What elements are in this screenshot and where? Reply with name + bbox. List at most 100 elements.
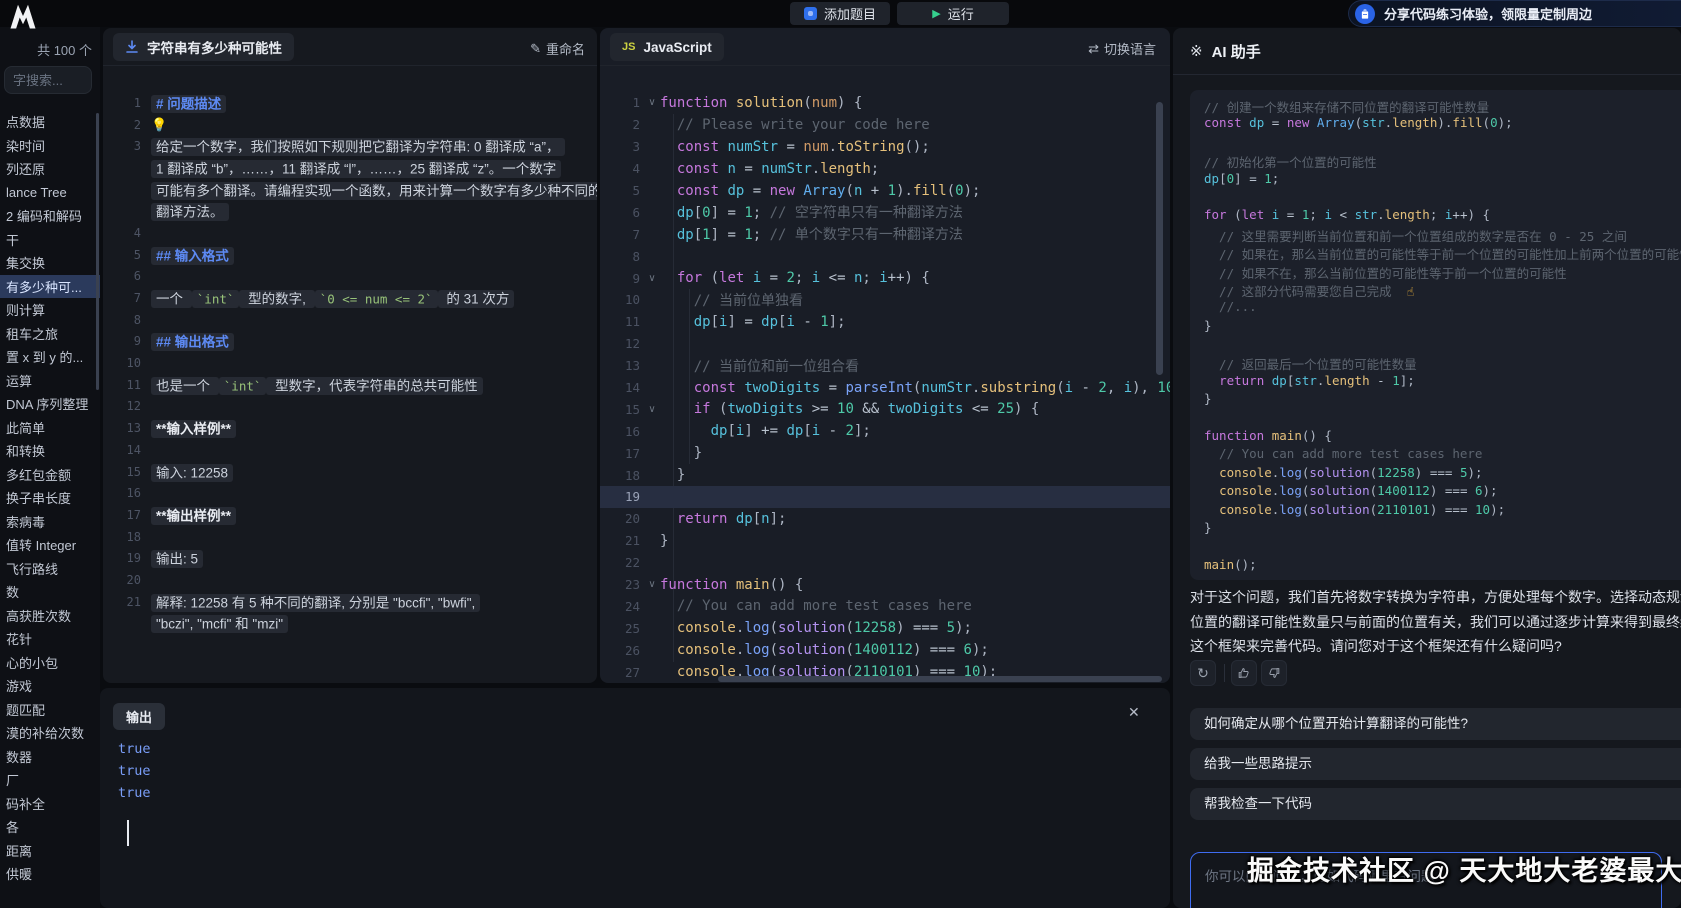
sidebar-item[interactable]: 游戏 <box>0 674 100 698</box>
thumbs-up-button[interactable] <box>1231 660 1257 686</box>
description-row: 8 <box>103 309 597 331</box>
sidebar-item[interactable]: 供暖 <box>0 862 100 886</box>
code-line[interactable]: 19 <box>600 486 1170 508</box>
sidebar-item[interactable]: 心的小包 <box>0 651 100 675</box>
switch-language-button[interactable]: ⇄ 切换语言 <box>1088 39 1156 58</box>
code-line[interactable]: 17 } <box>600 442 1170 464</box>
ai-code-line <box>1204 189 1681 207</box>
description-row: 16 <box>103 482 597 504</box>
output-console[interactable]: truetruetrue <box>118 738 151 804</box>
code-line[interactable]: 10 // 当前位单独看 <box>600 289 1170 311</box>
sidebar-item[interactable]: 则计算 <box>0 298 100 322</box>
suggestion-pill[interactable]: 给我一些思路提示 <box>1190 748 1681 780</box>
thumbs-up-icon <box>1237 666 1251 680</box>
code-line[interactable]: 11 dp[i] = dp[i - 1]; <box>600 311 1170 333</box>
sidebar-item[interactable]: 高获胜次数 <box>0 604 100 628</box>
code-line[interactable]: 9∨ for (let i = 2; i <= n; i++) { <box>600 267 1170 289</box>
code-line[interactable]: 2 // Please write your code here <box>600 114 1170 136</box>
sidebar-item[interactable]: 距离 <box>0 839 100 863</box>
regenerate-button[interactable]: ↻ <box>1190 660 1216 686</box>
output-tab[interactable]: 输出 <box>113 703 165 730</box>
editor-vertical-scrollbar[interactable] <box>1156 102 1163 375</box>
editor-code[interactable]: 1∨function solution(num) {2 // Please wr… <box>600 92 1170 683</box>
ai-code-line: console.log(solution(1400112) === 6); <box>1204 483 1681 501</box>
code-line[interactable]: 14 const twoDigits = parseInt(numStr.sub… <box>600 377 1170 399</box>
ai-header: ※ AI 助手 <box>1173 28 1681 75</box>
code-line[interactable]: 23∨function main() { <box>600 574 1170 596</box>
code-line[interactable]: 26 console.log(solution(1400112) === 6); <box>600 639 1170 661</box>
suggestion-pill[interactable]: 帮我检查一下代码 <box>1190 788 1681 820</box>
sidebar-item[interactable]: 漠的补给次数 <box>0 721 100 745</box>
description-row: 11也是一个 `int` 型数字，代表字符串的总共可能性 <box>103 374 597 396</box>
code-line[interactable]: 20 return dp[n]; <box>600 508 1170 530</box>
share-banner[interactable]: 分享代码练习体验，领限量定制周边 <box>1348 0 1681 27</box>
code-line[interactable]: 15∨ if (twoDigits >= 10 && twoDigits <= … <box>600 398 1170 420</box>
code-line[interactable]: 22 <box>600 552 1170 574</box>
description-row: 可能有多个翻译。请编程实现一个函数，用来计算一个数字有多少种不同的 <box>103 179 597 201</box>
ai-code-line <box>1204 134 1681 152</box>
sidebar-item[interactable]: 各 <box>0 815 100 839</box>
code-line[interactable]: 5 const dp = new Array(n + 1).fill(0); <box>600 180 1170 202</box>
code-line[interactable]: 4 const n = numStr.length; <box>600 158 1170 180</box>
sidebar-item[interactable]: 厂 <box>0 768 100 792</box>
code-line[interactable]: 7 dp[1] = 1; // 单个数字只有一种翻译方法 <box>600 223 1170 245</box>
code-line[interactable]: 1∨function solution(num) { <box>600 92 1170 114</box>
sidebar-item[interactable]: 换子串长度 <box>0 486 100 510</box>
code-line[interactable]: 8 <box>600 245 1170 267</box>
sidebar-item[interactable]: 和转换 <box>0 439 100 463</box>
ai-code-block: // 创建一个数组来存储不同位置的翻译可能性数量const dp = new A… <box>1190 90 1681 580</box>
sidebar-item[interactable]: DNA 序列整理 <box>0 392 100 416</box>
description-content[interactable]: 1# 问题描述2💡3给定一个数字，我们按照如下规则把它翻译为字符串: 0 翻译成… <box>103 92 597 634</box>
code-line[interactable]: 12 <box>600 333 1170 355</box>
code-line[interactable]: 24 // You can add more test cases here <box>600 595 1170 617</box>
suggestion-pill[interactable]: 如何确定从哪个位置开始计算翻译的可能性? <box>1190 708 1681 740</box>
code-line[interactable]: 3 const numStr = num.toString(); <box>600 136 1170 158</box>
sidebar-item[interactable]: 码补全 <box>0 792 100 816</box>
code-line[interactable]: 16 dp[i] += dp[i - 2]; <box>600 420 1170 442</box>
ai-code-line <box>1204 538 1681 556</box>
app-logo[interactable] <box>8 1 38 31</box>
problem-title-box[interactable]: 字符串有多少种可能性 <box>113 33 294 61</box>
sidebar-item[interactable]: 飞行路线 <box>0 557 100 581</box>
sidebar-item[interactable]: 运算 <box>0 369 100 393</box>
rename-button[interactable]: ✎ 重命名 <box>530 39 585 58</box>
sidebar-item[interactable]: 列还原 <box>0 157 100 181</box>
sidebar-item[interactable]: 2 编码和解码 <box>0 204 100 228</box>
sidebar-item[interactable]: 数 <box>0 580 100 604</box>
code-line[interactable]: 6 dp[0] = 1; // 空字符串只有一种翻译方法 <box>600 201 1170 223</box>
sidebar-item[interactable]: lance Tree <box>0 181 100 205</box>
thumbs-down-button[interactable] <box>1261 660 1287 686</box>
close-icon[interactable]: ✕ <box>1128 704 1140 721</box>
sidebar-scrollbar[interactable] <box>96 113 99 390</box>
chat-input[interactable]: 你可以问我问题，比如代码哪里有问题 <box>1190 852 1662 908</box>
code-line[interactable]: 25 console.log(solution(12258) === 5); <box>600 617 1170 639</box>
language-tab[interactable]: JS JavaScript <box>610 33 724 61</box>
sidebar-item[interactable]: 干 <box>0 228 100 252</box>
sidebar-item[interactable]: 置 x 到 y 的... <box>0 345 100 369</box>
code-line[interactable]: 21} <box>600 530 1170 552</box>
sidebar-item[interactable]: 题匹配 <box>0 698 100 722</box>
run-button[interactable]: ▶ 运行 <box>897 2 1009 25</box>
sidebar-item[interactable]: 染时间 <box>0 134 100 158</box>
problem-list-sidebar: 共 100 个 点数据染时间列还原lance Tree2 编码和解码干集交换有多… <box>0 27 100 908</box>
sidebar-item[interactable]: 值转 Integer <box>0 533 100 557</box>
description-row: 5## 输入格式 <box>103 244 597 266</box>
editor-horizontal-scrollbar[interactable] <box>718 676 1162 682</box>
sidebar-item[interactable]: 索病毒 <box>0 510 100 534</box>
code-line[interactable]: 13 // 当前位和前一位组合看 <box>600 355 1170 377</box>
add-question-button[interactable]: 添加题目 <box>790 2 890 25</box>
sidebar-item[interactable]: 此简单 <box>0 416 100 440</box>
sidebar-item[interactable]: 多红包金额 <box>0 463 100 487</box>
ai-code-line: // 返回最后一个位置的可能性数量 <box>1204 354 1681 372</box>
sidebar-item[interactable]: 集交换 <box>0 251 100 275</box>
sidebar-item[interactable]: 租车之旅 <box>0 322 100 346</box>
sidebar-item[interactable]: 点数据 <box>0 110 100 134</box>
sidebar-item[interactable]: 花针 <box>0 627 100 651</box>
description-row: 14 <box>103 439 597 461</box>
output-panel: 输出 ✕ truetruetrue <box>100 688 1170 908</box>
search-input[interactable] <box>4 66 92 94</box>
sidebar-item[interactable]: 数器 <box>0 745 100 769</box>
code-line[interactable]: 18 } <box>600 464 1170 486</box>
sidebar-item[interactable]: 有多少种可... <box>0 275 100 299</box>
ai-code-line: console.log(solution(12258) === 5); <box>1204 465 1681 483</box>
